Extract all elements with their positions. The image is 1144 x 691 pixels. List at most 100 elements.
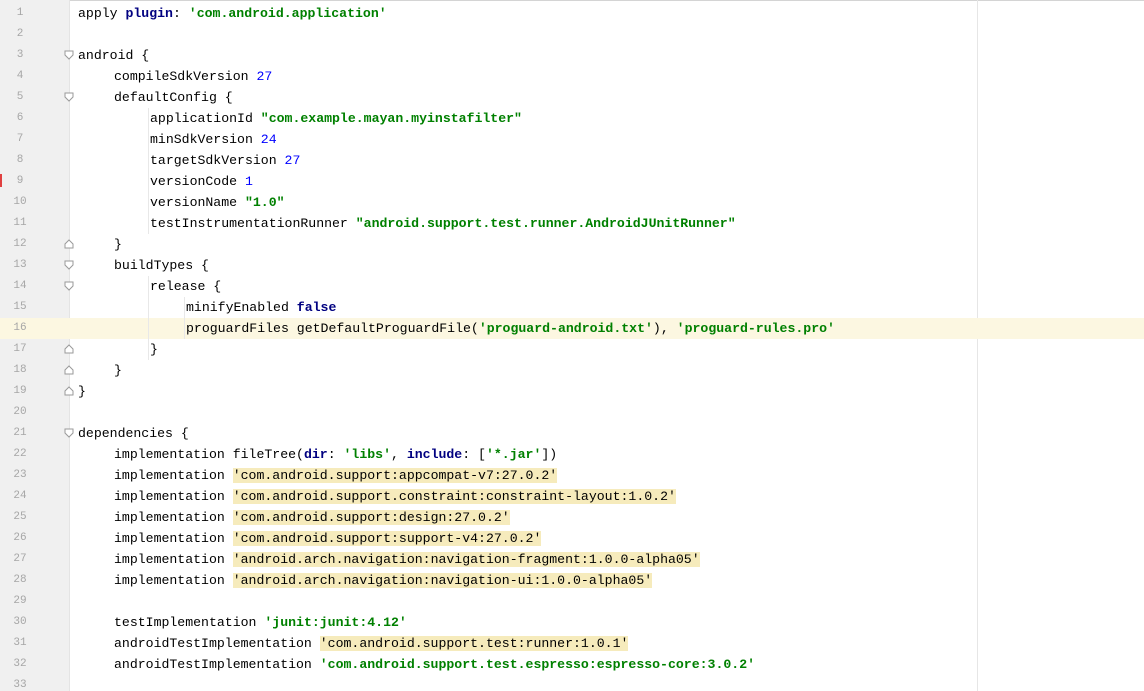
- code-text[interactable]: minSdkVersion 24: [150, 129, 277, 150]
- indent-guide: [148, 171, 149, 192]
- code-text[interactable]: apply plugin: 'com.android.application': [78, 3, 387, 24]
- code-text[interactable]: }: [150, 339, 158, 360]
- code-line[interactable]: 9 versionCode 1: [0, 171, 1144, 192]
- code-text[interactable]: testImplementation 'junit:junit:4.12': [114, 612, 407, 633]
- code-text[interactable]: implementation 'com.android.support.cons…: [114, 486, 676, 507]
- code-line[interactable]: 25 implementation 'com.android.support:de…: [0, 507, 1144, 528]
- code-line[interactable]: 4 compileSdkVersion 27: [0, 66, 1144, 87]
- code-token: androidTestImplementation: [114, 657, 320, 672]
- code-text[interactable]: implementation fileTree(dir: 'libs', inc…: [114, 444, 557, 465]
- code-text[interactable]: implementation 'com.android.support:desi…: [114, 507, 510, 528]
- code-token: android {: [78, 48, 150, 63]
- code-line[interactable]: 5 defaultConfig {: [0, 87, 1144, 108]
- code-token: 27: [284, 153, 301, 168]
- fold-close-icon[interactable]: [64, 344, 74, 354]
- code-text[interactable]: defaultConfig {: [114, 87, 233, 108]
- line-number: 19: [13, 385, 27, 397]
- line-number: 31: [13, 637, 27, 649]
- code-line[interactable]: 24 implementation 'com.android.support.co…: [0, 486, 1144, 507]
- code-line[interactable]: 6 applicationId "com.example.mayan.myinst…: [0, 108, 1144, 129]
- code-text[interactable]: }: [114, 360, 122, 381]
- line-number: 32: [13, 658, 27, 670]
- fold-close-icon[interactable]: [64, 365, 74, 375]
- fold-close-icon[interactable]: [64, 386, 74, 396]
- code-editor[interactable]: 1 apply plugin: 'com.android.application'…: [0, 0, 1144, 691]
- code-text[interactable]: testInstrumentationRunner "android.suppo…: [150, 213, 736, 234]
- code-line[interactable]: 13 buildTypes {: [0, 255, 1144, 276]
- line-number: 3: [16, 49, 24, 61]
- code-text[interactable]: versionName "1.0": [150, 192, 285, 213]
- code-line[interactable]: 17}: [0, 339, 1144, 360]
- code-text[interactable]: applicationId "com.example.mayan.myinsta…: [150, 108, 522, 129]
- code-text[interactable]: }: [78, 381, 86, 402]
- code-token: false: [296, 300, 337, 315]
- code-line[interactable]: 1 apply plugin: 'com.android.application': [0, 3, 1144, 24]
- line-number: 11: [13, 217, 27, 229]
- code-text[interactable]: compileSdkVersion 27: [114, 66, 272, 87]
- code-text[interactable]: versionCode 1: [150, 171, 253, 192]
- code-token: targetSdkVersion: [150, 153, 285, 168]
- code-token: versionName: [150, 195, 245, 210]
- code-line[interactable]: 33: [0, 675, 1144, 691]
- indent-guide: [148, 108, 149, 129]
- line-number: 18: [13, 364, 27, 376]
- code-text[interactable]: targetSdkVersion 27: [150, 150, 300, 171]
- code-line[interactable]: 7 minSdkVersion 24: [0, 129, 1144, 150]
- fold-close-icon[interactable]: [64, 239, 74, 249]
- line-number: 24: [13, 490, 27, 502]
- code-line[interactable]: 21 dependencies {: [0, 423, 1144, 444]
- code-text[interactable]: minifyEnabled false: [186, 297, 336, 318]
- code-line[interactable]: 31 androidTestImplementation 'com.android…: [0, 633, 1144, 654]
- code-line[interactable]: 27 implementation 'android.arch.navigatio…: [0, 549, 1144, 570]
- fold-open-icon[interactable]: [64, 92, 74, 102]
- code-token: buildTypes {: [114, 258, 209, 273]
- indent-guide: [148, 276, 149, 297]
- highlighted-dependency: 'com.android.support.constraint:constrai…: [232, 489, 676, 504]
- code-token: "1.0": [244, 195, 285, 210]
- code-text[interactable]: proguardFiles getDefaultProguardFile('pr…: [186, 318, 835, 339]
- code-line[interactable]: 18}: [0, 360, 1144, 381]
- code-line[interactable]: 29: [0, 591, 1144, 612]
- code-line[interactable]: 3 android {: [0, 45, 1144, 66]
- fold-open-icon[interactable]: [64, 260, 74, 270]
- code-line[interactable]: 30 testImplementation 'junit:junit:4.12': [0, 612, 1144, 633]
- code-token: androidTestImplementation: [114, 636, 320, 651]
- code-text[interactable]: android {: [78, 45, 149, 66]
- code-text[interactable]: buildTypes {: [114, 255, 209, 276]
- code-text[interactable]: implementation 'com.android.support:supp…: [114, 528, 542, 549]
- code-line[interactable]: 12}: [0, 234, 1144, 255]
- code-text[interactable]: }: [114, 234, 122, 255]
- code-line[interactable]: 11 testInstrumentationRunner "android.sup…: [0, 213, 1144, 234]
- code-line[interactable]: 22 implementation fileTree(dir: 'libs', i…: [0, 444, 1144, 465]
- code-text[interactable]: androidTestImplementation 'com.android.s…: [114, 633, 629, 654]
- code-line[interactable]: 15 minifyEnabled false: [0, 297, 1144, 318]
- indent-guide: [148, 297, 149, 318]
- code-line[interactable]: 32 androidTestImplementation 'com.android…: [0, 654, 1144, 675]
- line-number: 10: [13, 196, 27, 208]
- code-line[interactable]: 28 implementation 'android.arch.navigatio…: [0, 570, 1144, 591]
- code-text[interactable]: implementation 'android.arch.navigation:…: [114, 549, 700, 570]
- code-line[interactable]: 10 versionName "1.0": [0, 192, 1144, 213]
- code-token: 'proguard-rules.pro': [676, 321, 835, 336]
- code-token: 'proguard-android.txt': [478, 321, 653, 336]
- code-text[interactable]: androidTestImplementation 'com.android.s…: [114, 654, 755, 675]
- code-token: applicationId: [150, 111, 261, 126]
- code-line[interactable]: 20: [0, 402, 1144, 423]
- code-text[interactable]: implementation 'android.arch.navigation:…: [114, 570, 653, 591]
- code-line[interactable]: 14 release {: [0, 276, 1144, 297]
- code-line[interactable]: 23 implementation 'com.android.support:ap…: [0, 465, 1144, 486]
- code-line[interactable]: 8 targetSdkVersion 27: [0, 150, 1144, 171]
- code-text[interactable]: dependencies {: [78, 423, 189, 444]
- code-token: }: [114, 363, 122, 378]
- fold-open-icon[interactable]: [64, 281, 74, 291]
- code-line[interactable]: 26 implementation 'com.android.support:su…: [0, 528, 1144, 549]
- fold-open-icon[interactable]: [64, 428, 74, 438]
- code-line[interactable]: 2: [0, 24, 1144, 45]
- code-line[interactable]: 16 proguardFiles getDefaultProguardFile('…: [0, 318, 1144, 339]
- code-text[interactable]: implementation 'com.android.support:appc…: [114, 465, 558, 486]
- line-number: 20: [13, 406, 27, 418]
- code-line[interactable]: 19}: [0, 381, 1144, 402]
- fold-open-icon[interactable]: [64, 50, 74, 60]
- code-token: minSdkVersion: [150, 132, 261, 147]
- code-text[interactable]: release {: [150, 276, 221, 297]
